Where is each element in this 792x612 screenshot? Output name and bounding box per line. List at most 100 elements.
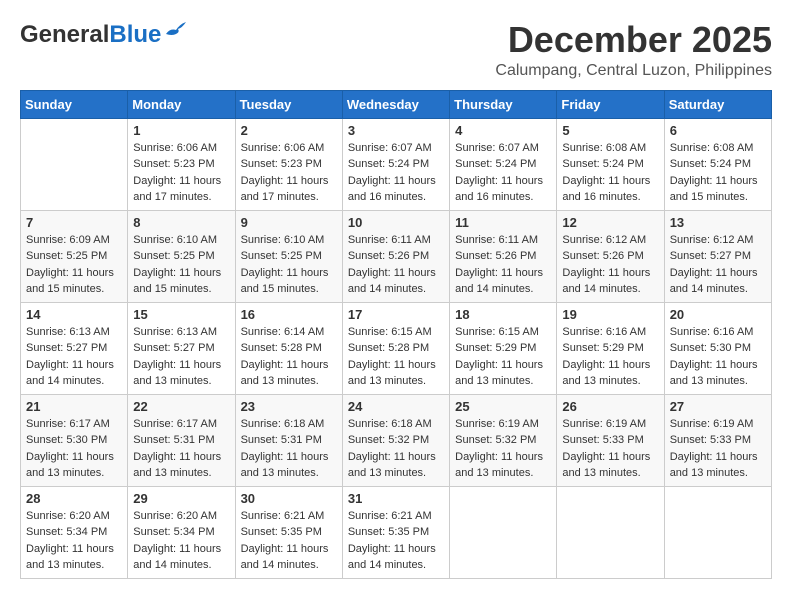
location-title: Calumpang, Central Luzon, Philippines [495, 62, 772, 80]
day-number: 19 [562, 307, 658, 322]
day-info: Sunrise: 6:13 AM Sunset: 5:27 PM Dayligh… [133, 324, 229, 390]
day-info: Sunrise: 6:17 AM Sunset: 5:31 PM Dayligh… [133, 416, 229, 482]
day-number: 25 [455, 399, 551, 414]
day-info: Sunrise: 6:11 AM Sunset: 5:26 PM Dayligh… [348, 232, 444, 298]
calendar-week-1: 1Sunrise: 6:06 AM Sunset: 5:23 PM Daylig… [21, 118, 772, 210]
calendar-cell: 11Sunrise: 6:11 AM Sunset: 5:26 PM Dayli… [450, 210, 557, 302]
day-info: Sunrise: 6:07 AM Sunset: 5:24 PM Dayligh… [455, 140, 551, 206]
calendar-header-saturday: Saturday [664, 90, 771, 118]
day-info: Sunrise: 6:21 AM Sunset: 5:35 PM Dayligh… [348, 508, 444, 574]
day-info: Sunrise: 6:20 AM Sunset: 5:34 PM Dayligh… [133, 508, 229, 574]
header-row: SundayMondayTuesdayWednesdayThursdayFrid… [21, 90, 772, 118]
calendar-cell [21, 118, 128, 210]
day-number: 30 [241, 491, 337, 506]
day-info: Sunrise: 6:16 AM Sunset: 5:30 PM Dayligh… [670, 324, 766, 390]
calendar-cell: 17 Sunrise: 6:15 AM Sunset: 5:28 PM Dayli… [342, 302, 449, 394]
calendar-header-wednesday: Wednesday [342, 90, 449, 118]
calendar-header-tuesday: Tuesday [235, 90, 342, 118]
calendar-cell [450, 486, 557, 578]
calendar-header-friday: Friday [557, 90, 664, 118]
logo-blue: Blue [109, 21, 161, 48]
calendar-table: SundayMondayTuesdayWednesdayThursdayFrid… [20, 90, 772, 579]
calendar-cell: 1Sunrise: 6:06 AM Sunset: 5:23 PM Daylig… [128, 118, 235, 210]
day-number: 10 [348, 215, 444, 230]
day-info: Sunrise: 6:20 AM Sunset: 5:34 PM Dayligh… [26, 508, 122, 574]
day-info: Sunrise: 6:13 AM Sunset: 5:27 PM Dayligh… [26, 324, 122, 390]
day-number: 14 [26, 307, 122, 322]
day-info: Sunrise: 6:06 AM Sunset: 5:23 PM Dayligh… [241, 140, 337, 206]
day-info: Sunrise: 6:10 AM Sunset: 5:25 PM Dayligh… [241, 232, 337, 298]
day-number: 26 [562, 399, 658, 414]
calendar-cell: 23 Sunrise: 6:18 AM Sunset: 5:31 PM Dayli… [235, 394, 342, 486]
day-number: 12 [562, 215, 658, 230]
day-number: 4 [455, 123, 551, 138]
calendar-cell: 9Sunrise: 6:10 AM Sunset: 5:25 PM Daylig… [235, 210, 342, 302]
day-info: Sunrise: 6:15 AM Sunset: 5:29 PM Dayligh… [455, 324, 551, 390]
day-number: 3 [348, 123, 444, 138]
logo: GeneralBlue [20, 20, 186, 50]
calendar-cell: 14 Sunrise: 6:13 AM Sunset: 5:27 PM Dayli… [21, 302, 128, 394]
day-info: Sunrise: 6:19 AM Sunset: 5:32 PM Dayligh… [455, 416, 551, 482]
calendar-header: SundayMondayTuesdayWednesdayThursdayFrid… [21, 90, 772, 118]
calendar-cell: 3 Sunrise: 6:07 AM Sunset: 5:24 PM Daylig… [342, 118, 449, 210]
calendar-header-monday: Monday [128, 90, 235, 118]
calendar-cell: 19 Sunrise: 6:16 AM Sunset: 5:29 PM Dayli… [557, 302, 664, 394]
calendar-cell: 20 Sunrise: 6:16 AM Sunset: 5:30 PM Dayli… [664, 302, 771, 394]
day-info: Sunrise: 6:08 AM Sunset: 5:24 PM Dayligh… [670, 140, 766, 206]
day-info: Sunrise: 6:18 AM Sunset: 5:31 PM Dayligh… [241, 416, 337, 482]
day-number: 31 [348, 491, 444, 506]
calendar-cell: 24 Sunrise: 6:18 AM Sunset: 5:32 PM Dayli… [342, 394, 449, 486]
calendar-cell: 4 Sunrise: 6:07 AM Sunset: 5:24 PM Daylig… [450, 118, 557, 210]
day-info: Sunrise: 6:17 AM Sunset: 5:30 PM Dayligh… [26, 416, 122, 482]
day-number: 23 [241, 399, 337, 414]
day-number: 15 [133, 307, 229, 322]
calendar-cell: 6 Sunrise: 6:08 AM Sunset: 5:24 PM Daylig… [664, 118, 771, 210]
calendar-cell: 25 Sunrise: 6:19 AM Sunset: 5:32 PM Dayli… [450, 394, 557, 486]
day-number: 24 [348, 399, 444, 414]
day-number: 13 [670, 215, 766, 230]
calendar-cell: 12Sunrise: 6:12 AM Sunset: 5:26 PM Dayli… [557, 210, 664, 302]
day-number: 16 [241, 307, 337, 322]
day-number: 17 [348, 307, 444, 322]
calendar-cell: 30 Sunrise: 6:21 AM Sunset: 5:35 PM Dayli… [235, 486, 342, 578]
day-number: 20 [670, 307, 766, 322]
day-number: 22 [133, 399, 229, 414]
calendar-cell: 21 Sunrise: 6:17 AM Sunset: 5:30 PM Dayli… [21, 394, 128, 486]
day-info: Sunrise: 6:12 AM Sunset: 5:27 PM Dayligh… [670, 232, 766, 298]
logo-bird-icon [164, 20, 186, 38]
day-number: 21 [26, 399, 122, 414]
calendar-cell: 22 Sunrise: 6:17 AM Sunset: 5:31 PM Dayli… [128, 394, 235, 486]
calendar-cell: 8Sunrise: 6:10 AM Sunset: 5:25 PM Daylig… [128, 210, 235, 302]
calendar-cell: 26 Sunrise: 6:19 AM Sunset: 5:33 PM Dayli… [557, 394, 664, 486]
calendar-cell: 16Sunrise: 6:14 AM Sunset: 5:28 PM Dayli… [235, 302, 342, 394]
day-info: Sunrise: 6:10 AM Sunset: 5:25 PM Dayligh… [133, 232, 229, 298]
day-info: Sunrise: 6:16 AM Sunset: 5:29 PM Dayligh… [562, 324, 658, 390]
calendar-week-5: 28 Sunrise: 6:20 AM Sunset: 5:34 PM Dayli… [21, 486, 772, 578]
day-number: 29 [133, 491, 229, 506]
day-info: Sunrise: 6:21 AM Sunset: 5:35 PM Dayligh… [241, 508, 337, 574]
calendar-week-3: 14 Sunrise: 6:13 AM Sunset: 5:27 PM Dayli… [21, 302, 772, 394]
day-info: Sunrise: 6:18 AM Sunset: 5:32 PM Dayligh… [348, 416, 444, 482]
day-info: Sunrise: 6:19 AM Sunset: 5:33 PM Dayligh… [670, 416, 766, 482]
day-info: Sunrise: 6:08 AM Sunset: 5:24 PM Dayligh… [562, 140, 658, 206]
day-info: Sunrise: 6:07 AM Sunset: 5:24 PM Dayligh… [348, 140, 444, 206]
logo-name: GeneralBlue [20, 23, 161, 47]
day-info: Sunrise: 6:19 AM Sunset: 5:33 PM Dayligh… [562, 416, 658, 482]
calendar-cell: 29 Sunrise: 6:20 AM Sunset: 5:34 PM Dayli… [128, 486, 235, 578]
calendar-cell [557, 486, 664, 578]
day-info: Sunrise: 6:09 AM Sunset: 5:25 PM Dayligh… [26, 232, 122, 298]
day-number: 27 [670, 399, 766, 414]
day-number: 5 [562, 123, 658, 138]
day-number: 6 [670, 123, 766, 138]
calendar-cell: 28 Sunrise: 6:20 AM Sunset: 5:34 PM Dayli… [21, 486, 128, 578]
month-title: December 2025 [495, 20, 772, 60]
day-info: Sunrise: 6:15 AM Sunset: 5:28 PM Dayligh… [348, 324, 444, 390]
calendar-week-2: 7 Sunrise: 6:09 AM Sunset: 5:25 PM Daylig… [21, 210, 772, 302]
logo-general: General [20, 21, 109, 48]
calendar-cell: 15 Sunrise: 6:13 AM Sunset: 5:27 PM Dayli… [128, 302, 235, 394]
calendar-cell: 27 Sunrise: 6:19 AM Sunset: 5:33 PM Dayli… [664, 394, 771, 486]
day-number: 28 [26, 491, 122, 506]
day-number: 7 [26, 215, 122, 230]
day-number: 18 [455, 307, 551, 322]
title-section: December 2025 Calumpang, Central Luzon, … [495, 20, 772, 80]
